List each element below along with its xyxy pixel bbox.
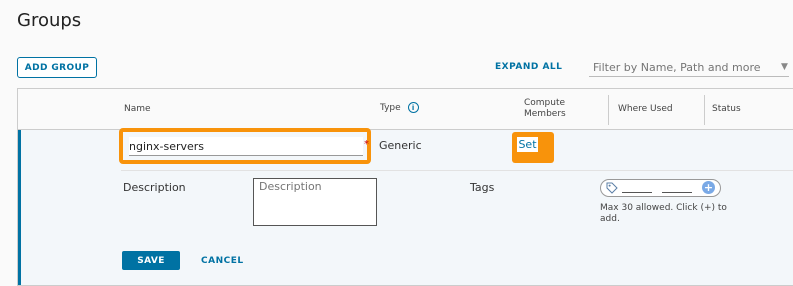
column-header-compute-members[interactable]: Compute Members <box>524 98 566 120</box>
group-name-input[interactable] <box>129 137 363 156</box>
description-box[interactable] <box>253 178 377 226</box>
required-marker: * <box>364 139 369 150</box>
tag-scope-input[interactable] <box>622 192 652 193</box>
chevron-down-icon[interactable]: ▼ <box>781 62 788 72</box>
column-divider[interactable] <box>608 95 609 125</box>
page-title: Groups <box>17 10 82 31</box>
add-group-button[interactable]: ADD GROUP <box>17 57 97 78</box>
row-divider <box>121 170 793 171</box>
type-value: Generic <box>379 139 422 152</box>
plus-circle-icon[interactable]: + <box>702 181 715 194</box>
groups-grid: Name Type i Compute Members Where Used S… <box>17 88 793 286</box>
set-compute-members-link[interactable]: Set <box>517 137 538 152</box>
info-icon[interactable]: i <box>407 102 419 113</box>
column-header-type[interactable]: Type i <box>380 102 419 113</box>
column-header-compute-line2: Members <box>524 109 566 119</box>
column-header-status[interactable]: Status <box>712 104 741 114</box>
column-header-where-used[interactable]: Where Used <box>618 104 673 114</box>
name-field-highlight: * <box>119 128 371 164</box>
description-label: Description <box>123 181 186 194</box>
column-divider[interactable] <box>704 95 705 125</box>
column-header-name[interactable]: Name <box>124 104 151 114</box>
tag-icon <box>606 182 618 194</box>
compute-members-highlight: Set <box>512 132 554 163</box>
filter-input[interactable] <box>589 57 773 74</box>
filter-field[interactable]: ▼ <box>589 56 789 77</box>
save-button[interactable]: SAVE <box>122 251 180 270</box>
column-header-type-label: Type <box>380 103 401 113</box>
group-row-expanded: * Generic Set Description Tags + Max 30 … <box>18 128 793 285</box>
description-input[interactable] <box>254 179 376 225</box>
expand-all-button[interactable]: EXPAND ALL <box>495 62 562 72</box>
grid-header: Name Type i Compute Members Where Used S… <box>18 89 793 130</box>
tag-input-pill[interactable]: + <box>600 179 721 197</box>
tags-label: Tags <box>470 181 495 194</box>
tags-hint: Max 30 allowed. Click (+) to add. <box>600 203 727 224</box>
cancel-button[interactable]: CANCEL <box>201 256 244 266</box>
tag-value-input[interactable] <box>662 192 692 193</box>
column-header-compute-line1: Compute <box>524 98 566 108</box>
